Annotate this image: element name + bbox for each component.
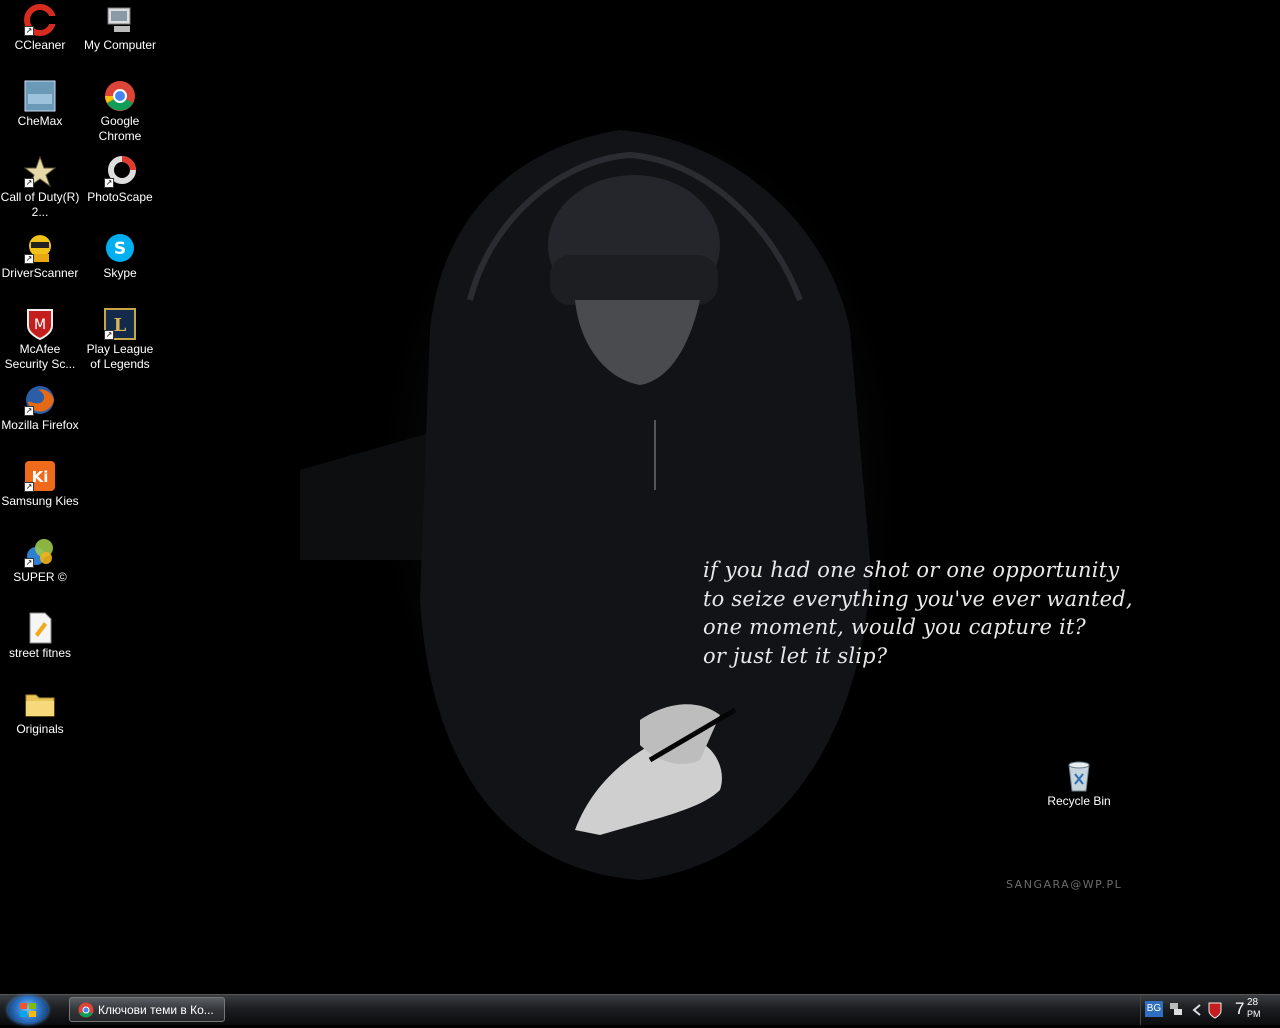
desktop-icon-label: Mozilla Firefox [1, 418, 79, 432]
desktop-icon-label: Play League of Legends [86, 342, 154, 371]
desktop-icon-google-chrome[interactable]: Google Chrome [80, 80, 160, 144]
recycle-bin-icon [1063, 760, 1095, 792]
clock-ampm: PM [1247, 1009, 1261, 1019]
clock[interactable]: 7 28 PM [1235, 997, 1261, 1019]
windows-logo-icon [20, 1003, 36, 1017]
desktop-icon-label: Call of Duty(R) 2... [0, 190, 80, 219]
skype-icon: S [104, 232, 136, 264]
clock-minutes: 28 [1247, 997, 1259, 1008]
desktop-icon-label: SUPER © [13, 570, 67, 584]
super-icon: ↗ [24, 536, 56, 568]
photoscape-icon: ↗ [104, 156, 136, 188]
shortcut-arrow-icon: ↗ [104, 330, 114, 340]
desktop-icon-chemax[interactable]: CheMax [0, 80, 80, 129]
shortcut-arrow-icon: ↗ [24, 254, 34, 264]
svg-text:L: L [114, 315, 127, 336]
league-icon: L ↗ [104, 308, 136, 340]
shortcut-arrow-icon: ↗ [24, 482, 34, 492]
shortcut-arrow-icon: ↗ [24, 26, 34, 36]
desktop-wallpaper: if you had one shot or one opportunity t… [0, 0, 1280, 994]
desktop-icon-label: Skype [103, 266, 137, 280]
quote-line: to seize everything you've ever wanted, [703, 586, 1133, 611]
desktop-icon-ccleaner[interactable]: ↗ CCleaner [0, 4, 80, 53]
desktop-icon-label: Samsung Kies [1, 494, 79, 508]
ccleaner-icon: ↗ [24, 4, 56, 36]
desktop-icon-super[interactable]: ↗ SUPER © [0, 536, 80, 585]
desktop-icon-mcafee[interactable]: M McAfee Security Sc... [0, 308, 80, 372]
taskbar-item-label: Ключови теми в Ко... [98, 1003, 214, 1017]
chrome-icon [78, 1002, 94, 1018]
desktop-icon-label: Originals [16, 722, 64, 736]
desktop-icon-my-computer[interactable]: My Computer [80, 4, 160, 53]
language-indicator[interactable]: BG [1145, 1001, 1163, 1017]
desktop-icon-skype[interactable]: S Skype [80, 232, 160, 281]
desktop-icon-call-of-duty[interactable]: ↗ Call of Duty(R) 2... [0, 155, 80, 220]
start-button[interactable] [8, 996, 48, 1024]
shortcut-arrow-icon: ↗ [24, 406, 34, 416]
shortcut-arrow-icon: ↗ [24, 178, 34, 188]
computer-icon [104, 4, 136, 36]
network-icon[interactable] [1169, 1001, 1183, 1017]
desktop-icon-label: McAfee Security Sc... [4, 342, 76, 371]
shortcut-arrow-icon: ↗ [104, 178, 114, 188]
desktop-icon-samsung-kies[interactable]: Ki ↗ Samsung Kies [0, 460, 80, 509]
desktop-icon-firefox[interactable]: ↗ Mozilla Firefox [0, 384, 80, 433]
wallpaper-figure [300, 130, 870, 880]
chrome-icon [104, 80, 136, 112]
system-tray: BG 7 28 PM [1140, 995, 1280, 1025]
desktop-icon-label: CheMax [17, 114, 63, 128]
desktop-icon-label: My Computer [83, 38, 157, 52]
desktop-icon-recycle-bin[interactable]: Recycle Bin [1039, 760, 1119, 809]
desktop-icon-league-of-legends[interactable]: L ↗ Play League of Legends [80, 308, 160, 372]
desktop-icon-label: DriverScanner [1, 266, 79, 280]
chemax-icon [24, 80, 56, 112]
quote-line: or just let it slip? [703, 643, 888, 668]
wallpaper-quote: if you had one shot or one opportunity t… [703, 556, 1173, 670]
document-icon [24, 612, 56, 644]
desktop-icon-label: Recycle Bin [1047, 794, 1111, 808]
desktop-icon-label: PhotoScape [87, 190, 153, 204]
firefox-icon: ↗ [24, 384, 56, 416]
desktop-icon-label: street fitnes [8, 646, 72, 660]
taskbar-item-chrome[interactable]: Ключови теми в Ко... [69, 997, 225, 1022]
svg-text:Ki: Ki [32, 468, 49, 486]
desktop-icon-label: CCleaner [14, 38, 66, 52]
driverscanner-icon: ↗ [24, 232, 56, 264]
mcafee-shield-icon[interactable] [1207, 1001, 1223, 1019]
desktop-icon-label: Google Chrome [98, 114, 142, 143]
svg-text:M: M [34, 317, 46, 333]
shortcut-arrow-icon: ↗ [24, 558, 34, 568]
quote-line: if you had one shot or one opportunity [703, 558, 1120, 582]
quote-line: one moment, would you capture it? [703, 615, 1087, 639]
taskbar: Ключови теми в Ко... BG 7 28 PM [0, 994, 1280, 1025]
desktop-icon-originals[interactable]: Originals [0, 688, 80, 737]
wallpaper-watermark: SANGARA@WP.PL [1006, 878, 1123, 891]
desktop-icon-driverscanner[interactable]: ↗ DriverScanner [0, 232, 80, 281]
kies-icon: Ki ↗ [24, 460, 56, 492]
cod-star-icon: ↗ [23, 155, 57, 188]
clock-hour: 7 [1235, 999, 1245, 1018]
desktop-icon-street-fitnes[interactable]: street fitnes [0, 612, 80, 661]
mcafee-icon: M [24, 308, 56, 341]
desktop-icon-photoscape[interactable]: ↗ PhotoScape [80, 156, 160, 205]
chevron-left-icon[interactable] [1191, 1003, 1203, 1017]
folder-icon [24, 688, 56, 720]
svg-text:S: S [114, 239, 126, 259]
